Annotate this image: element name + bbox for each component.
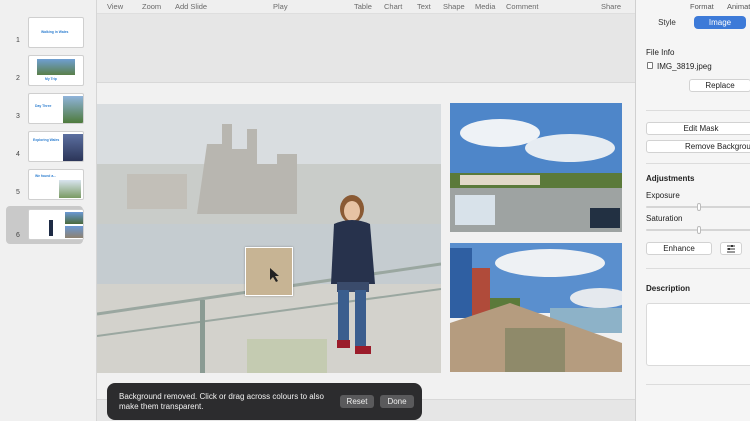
animate-button[interactable]: Animate (727, 2, 750, 11)
saturation-label: Saturation (646, 214, 683, 223)
file-info-label: File Info (646, 48, 675, 57)
slide-preview: We found a... (28, 169, 84, 200)
slide-preview: Exploring Wales (28, 131, 84, 162)
landscape-image (450, 243, 622, 372)
slide-image (65, 226, 83, 238)
color-picker-loupe[interactable] (245, 247, 293, 296)
description-field[interactable] (646, 303, 750, 366)
file-name: IMG_3819.jpeg (657, 62, 712, 71)
slide-title: We found a... (35, 174, 57, 178)
slide-image (63, 134, 83, 161)
media-button[interactable]: Media (475, 2, 495, 11)
exposure-label: Exposure (646, 191, 680, 200)
play-button[interactable]: Play (273, 2, 288, 11)
slide-navigator: 1 Walking in Wales 2 My Trip 3 Day Three… (0, 0, 97, 421)
view-button[interactable]: View (107, 2, 123, 11)
slide-title: Day Three (35, 104, 52, 108)
divider (646, 110, 750, 111)
slide-image (37, 59, 75, 75)
slide-thumbnail-4[interactable]: 4 Exploring Wales (6, 129, 84, 165)
cursor-icon (270, 268, 279, 282)
slide-canvas[interactable] (97, 14, 635, 421)
sliders-icon (727, 245, 735, 253)
text-button[interactable]: Text (417, 2, 431, 11)
slide-image (65, 212, 83, 224)
divider (646, 163, 750, 164)
comment-button[interactable]: Comment (506, 2, 539, 11)
format-button[interactable]: Format (690, 2, 714, 11)
slide-thumbnail-2[interactable]: 2 My Trip (6, 53, 84, 89)
edit-mask-button[interactable]: Edit Mask (646, 122, 750, 135)
slide-image (63, 96, 83, 123)
slide-number: 6 (16, 232, 20, 239)
exposure-slider-knob[interactable] (696, 203, 701, 211)
slide-image (59, 180, 81, 198)
done-button[interactable]: Done (380, 395, 414, 408)
replace-button[interactable]: Replace (689, 79, 750, 92)
slide-number: 3 (16, 113, 20, 120)
slide-thumbnail-3[interactable]: 3 Day Three (6, 91, 84, 127)
enhance-button[interactable]: Enhance (646, 242, 712, 255)
slide-title: Exploring Wales (33, 138, 60, 142)
description-label: Description (646, 284, 691, 293)
reset-button[interactable]: Reset (340, 395, 374, 408)
slide-title: Walking in Wales (41, 30, 69, 34)
slide-title: My Trip (45, 77, 57, 81)
background-removed-toast: Background removed. Click or drag across… (107, 383, 422, 420)
slide-thumbnail-5[interactable]: 5 We found a... (6, 167, 84, 203)
share-button[interactable]: Share (601, 2, 621, 11)
slide-preview: Day Three (28, 93, 84, 124)
slide-thumbnail-6[interactable]: 6 (6, 206, 84, 244)
slide-number: 4 (16, 151, 20, 158)
castle-photo (97, 104, 441, 373)
chart-button[interactable]: Chart (384, 2, 402, 11)
saturation-slider-knob[interactable] (696, 226, 701, 234)
landscape-image (450, 103, 622, 232)
adjustments-settings-button[interactable] (720, 242, 742, 255)
divider (646, 384, 750, 385)
tab-style[interactable]: Style (644, 16, 690, 29)
adjustments-label: Adjustments (646, 174, 695, 183)
promenade-photo[interactable] (450, 243, 622, 372)
slide-preview: Walking in Wales (28, 17, 84, 48)
beach-town-photo[interactable] (450, 103, 622, 232)
inspector-toolbar: Format Animate (636, 0, 750, 14)
zoom-button[interactable]: Zoom (142, 2, 161, 11)
remove-background-button[interactable]: Remove Background (646, 140, 750, 153)
add-slide-button[interactable]: Add Slide (175, 2, 207, 11)
slide-number: 2 (16, 75, 20, 82)
divider (646, 268, 750, 269)
format-inspector: Format Animate Style Image File Info IMG… (635, 0, 750, 421)
toast-message: Background removed. Click or drag across… (119, 392, 324, 411)
slide-thumbnail-1[interactable]: 1 Walking in Wales (6, 15, 84, 51)
tab-image[interactable]: Image (694, 16, 746, 29)
shape-button[interactable]: Shape (443, 2, 465, 11)
slide-preview (28, 209, 84, 240)
toolbar: View Zoom Add Slide Play Table Chart Tex… (97, 0, 635, 14)
current-slide[interactable] (97, 82, 635, 400)
file-icon (647, 62, 653, 69)
slide-image (49, 220, 53, 236)
slide-number: 5 (16, 189, 20, 196)
slide-preview: My Trip (28, 55, 84, 86)
slide-number: 1 (16, 37, 20, 44)
table-button[interactable]: Table (354, 2, 372, 11)
main-photo[interactable] (97, 104, 441, 373)
